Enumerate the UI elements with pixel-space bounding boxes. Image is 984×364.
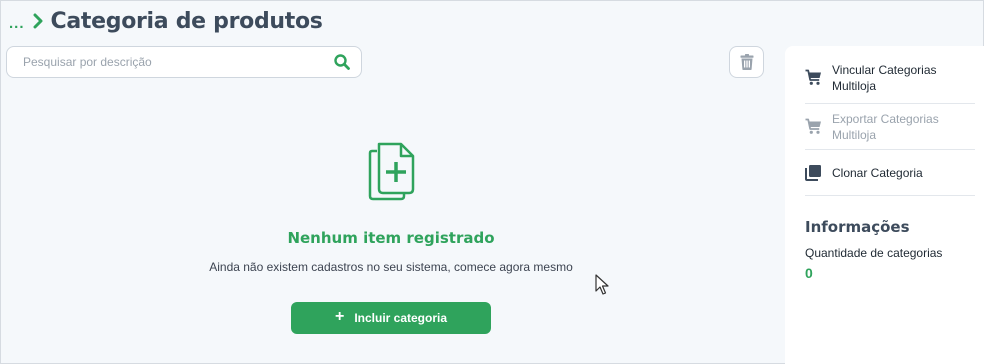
search-input[interactable] xyxy=(23,55,333,69)
clone-category-action[interactable]: Clonar Categoria xyxy=(805,150,975,196)
search-box xyxy=(6,46,362,78)
trash-icon xyxy=(740,54,753,70)
cart-icon xyxy=(805,118,821,134)
mouse-cursor-icon xyxy=(595,274,609,295)
empty-state: Nenhum item registrado Ainda não existem… xyxy=(6,141,776,334)
export-multistore-categories-action[interactable]: Exportar Categorias Multiloja xyxy=(805,104,975,150)
add-category-label: Incluir categoria xyxy=(354,311,448,325)
breadcrumb-dots[interactable]: ... xyxy=(9,15,25,32)
chevron-right-icon xyxy=(33,13,43,29)
category-count-label: Quantidade de categorias xyxy=(805,246,943,260)
export-multistore-categories-label: Exportar Categorias Multiloja xyxy=(832,111,939,142)
link-multistore-categories-action[interactable]: Vincular Categorias Multiloja xyxy=(805,46,975,104)
cart-icon xyxy=(805,69,821,85)
plus-icon: + xyxy=(334,308,345,325)
link-multistore-categories-label: Vincular Categorias Multiloja xyxy=(832,62,937,93)
add-document-icon xyxy=(368,142,415,201)
clone-category-label: Clonar Categoria xyxy=(832,165,923,180)
delete-button[interactable] xyxy=(729,46,764,78)
page-header: ... Categoria de produtos xyxy=(9,7,323,35)
empty-state-description: Ainda não existem cadastros no seu siste… xyxy=(209,260,573,274)
actions-sidebar: Vincular Categorias Multiloja Exportar C… xyxy=(785,46,984,364)
search-icon[interactable] xyxy=(333,53,351,71)
page-title: Categoria de produtos xyxy=(50,8,323,34)
info-title: Informações xyxy=(805,218,910,236)
add-category-button[interactable]: + Incluir categoria xyxy=(291,302,491,334)
clone-icon xyxy=(805,165,821,181)
category-count-value: 0 xyxy=(805,265,813,281)
empty-state-title: Nenhum item registrado xyxy=(287,229,495,247)
